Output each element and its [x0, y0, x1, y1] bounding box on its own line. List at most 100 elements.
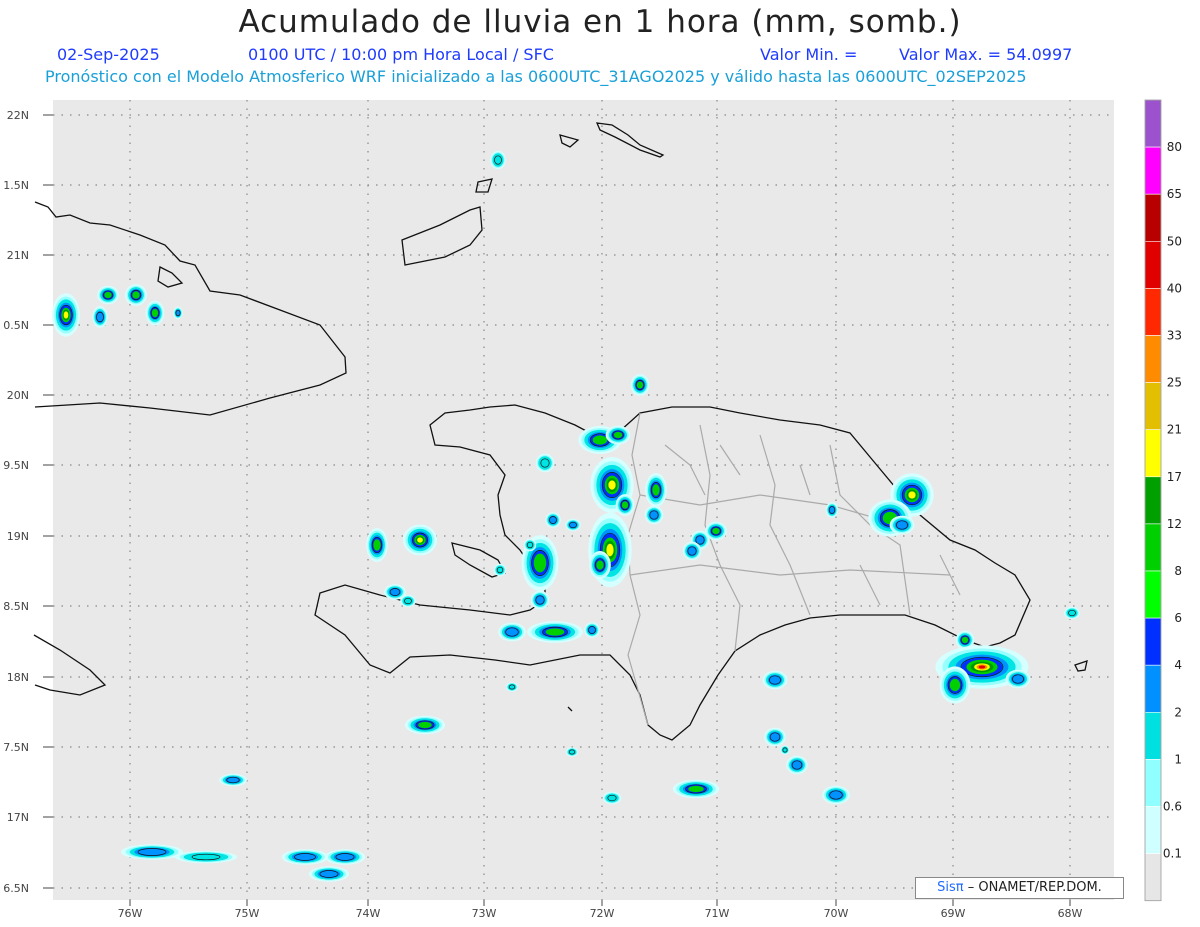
rain-contour	[587, 625, 597, 635]
rain-contour	[949, 678, 961, 692]
colorbar-label: 33	[1167, 329, 1182, 343]
rain-contour	[961, 636, 969, 644]
rain-contour	[388, 587, 402, 597]
rain-contour	[790, 759, 804, 771]
rain-cell	[565, 747, 579, 757]
rain-contour	[418, 721, 432, 729]
colorbar-label: 12	[1167, 517, 1182, 531]
rain-contour	[596, 560, 604, 570]
rain-contour	[333, 852, 357, 862]
rain-contour	[592, 435, 608, 445]
rain-cell	[121, 844, 183, 860]
rain-cell	[530, 590, 550, 610]
rain-contour	[894, 519, 910, 531]
lat-label: 20N	[7, 389, 29, 402]
rain-cell	[762, 670, 788, 690]
rain-cell	[705, 521, 727, 541]
rain-cell	[565, 518, 581, 532]
forecast-date: 02-Sep-2025	[57, 45, 160, 64]
colorbar-swatch	[1144, 523, 1162, 572]
rain-contour	[132, 291, 140, 299]
rain-contour	[613, 431, 623, 439]
rain-contour	[134, 847, 170, 857]
rain-contour	[768, 731, 782, 743]
longitude-labels: 76W 75W 74W 73W 72W 71W 70W 69W 68W	[118, 900, 1083, 920]
colorbar-swatch	[1144, 193, 1162, 242]
rain-cell	[889, 515, 915, 535]
colorbar-swatch	[1144, 853, 1162, 901]
colorbar-swatch	[1144, 711, 1162, 760]
rain-cell	[505, 682, 519, 692]
colorbar-swatch	[1144, 476, 1162, 525]
colorbar-label: 8	[1174, 564, 1182, 578]
lon-label: 70W	[824, 907, 849, 920]
colorbar-label: 1	[1174, 752, 1182, 766]
lat-label: 8.5N	[3, 600, 29, 613]
rain-cell	[1005, 669, 1031, 689]
colorbar-swatch	[1144, 146, 1162, 195]
colorbar-label: 40	[1167, 281, 1182, 295]
lon-label: 68W	[1058, 907, 1083, 920]
lon-label: 75W	[235, 907, 260, 920]
colorbar-label: 4	[1174, 658, 1182, 672]
rain-cell	[682, 541, 702, 561]
rain-cell	[939, 666, 971, 704]
lon-label: 73W	[472, 907, 497, 920]
lat-label: 9.5N	[3, 459, 29, 472]
colorbar-swatch	[1144, 99, 1162, 148]
colorbar-swatch	[1144, 806, 1162, 854]
colorbar-label: 0.1	[1163, 847, 1182, 861]
rain-contour	[652, 484, 660, 496]
lat-label: 18N	[7, 671, 29, 684]
rain-cell	[615, 494, 635, 516]
lon-label: 74W	[356, 907, 381, 920]
rain-contour	[104, 291, 112, 299]
rain-cell	[822, 785, 850, 805]
rain-cell	[402, 524, 438, 556]
rain-cell	[786, 755, 808, 775]
rain-contour	[608, 480, 616, 490]
rain-cell	[92, 306, 108, 328]
model-description: Pronóstico con el Modelo Atmosferico WRF…	[45, 67, 1027, 86]
lat-label: 17N	[7, 811, 29, 824]
credit-org: – ONAMET/REP.DOM.	[967, 880, 1102, 895]
rain-contour	[1010, 673, 1026, 685]
colorbar-swatch	[1144, 617, 1162, 666]
forecast-time: 0100 UTC / 10:00 pm Hora Local / SFC	[248, 45, 554, 64]
rain-cell	[219, 773, 247, 787]
rain-contour	[492, 153, 504, 167]
lon-label: 69W	[941, 907, 966, 920]
colorbar-swatch	[1144, 759, 1162, 807]
rain-contour	[606, 543, 614, 557]
rain-cell	[644, 505, 664, 525]
rain-cell	[523, 538, 537, 552]
rain-cell	[1064, 606, 1080, 620]
colorbar-swatch	[1144, 429, 1162, 478]
rain-cell	[645, 472, 667, 508]
rain-contour	[317, 869, 341, 879]
rain-cell	[145, 300, 165, 326]
rain-contour	[373, 539, 381, 551]
rain-contour	[908, 491, 916, 499]
colorbar-label: 6	[1174, 611, 1182, 625]
rain-cell	[825, 502, 839, 518]
credit-box: Sisπ – ONAMET/REP.DOM.	[915, 877, 1124, 899]
rain-cell	[400, 594, 416, 608]
rain-cell	[366, 527, 388, 563]
colorbar-label: 21	[1167, 423, 1182, 437]
credit-brand: Sisπ	[937, 880, 964, 895]
rain-contour	[95, 310, 105, 324]
rain-cell	[780, 745, 790, 755]
rainfall-map: 22N 1.5N 21N 0.5N 20N 9.5N 19N 8.5N 18N 7.5N 17N 6.…	[3, 99, 1182, 920]
rain-cell	[602, 791, 622, 805]
rain-cell	[584, 622, 600, 638]
rain-contour	[63, 311, 69, 319]
rain-cell	[605, 425, 631, 445]
lon-label: 76W	[118, 907, 143, 920]
latitude-labels: 22N 1.5N 21N 0.5N 20N 9.5N 19N 8.5N 18N 7.5N 17N 6.…	[3, 109, 53, 895]
rain-contour	[767, 674, 783, 686]
colorbar-label: 0.6	[1163, 800, 1182, 814]
rain-contour	[534, 594, 546, 606]
lat-label: 1.5N	[3, 179, 29, 192]
rain-contour	[533, 553, 547, 573]
